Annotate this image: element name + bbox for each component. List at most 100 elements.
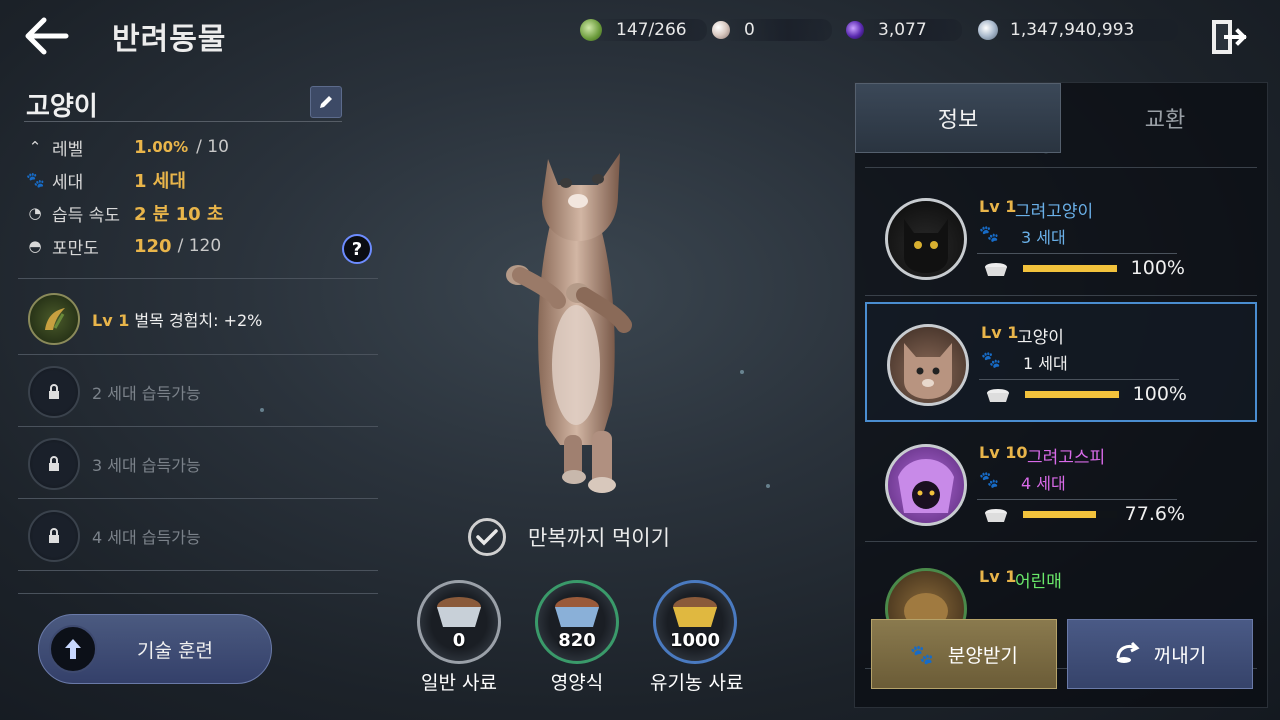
fullness-bar <box>1025 391 1119 398</box>
paw-icon: 🐾 <box>979 224 999 243</box>
skill-slot-locked[interactable]: 4 세대 습득가능 <box>18 500 378 572</box>
tabby-cat-avatar <box>887 324 969 406</box>
currency-value: 3,077 <box>878 20 927 40</box>
green-gem-icon <box>580 19 602 41</box>
background-sparkle <box>740 370 744 374</box>
pet-name: 어린매 <box>1015 572 1062 592</box>
skill-training-button[interactable]: 기술 훈련 <box>38 614 272 684</box>
skill-slot-locked[interactable]: 2 세대 습득가능 <box>18 356 378 428</box>
lock-icon <box>28 510 80 562</box>
take-out-button[interactable]: 꺼내기 <box>1067 619 1253 689</box>
exit-door-icon[interactable] <box>1208 16 1250 58</box>
pet-level: Lv 1 <box>979 197 1017 216</box>
food-count: 820 <box>558 630 596 651</box>
tab-info[interactable]: 정보 <box>855 83 1061 153</box>
pet-name: 그려고양이 <box>1015 202 1094 222</box>
food-count: 0 <box>452 630 466 651</box>
pet-level: Lv 1 <box>981 323 1019 342</box>
stat-level: ⌃ 레벨 1 .00% / 10 <box>26 135 229 160</box>
checkbox-label: 만복까지 먹이기 <box>528 526 670 550</box>
divider <box>18 498 378 499</box>
stat-value: 1 세대 <box>134 171 186 192</box>
currency-purple-orb: 3,077 <box>846 16 962 44</box>
stat-value: 120 <box>134 235 172 257</box>
logging-skill-icon <box>28 293 80 345</box>
divider <box>18 593 378 594</box>
pet-list-panel: 정보 교환 Lv 1 그려고양이 🐾 3 세대 100% Lv 1 고양이 🐾 … <box>854 82 1268 708</box>
tab-exchange[interactable]: 교환 <box>1061 83 1269 153</box>
pet-name: 고양이 <box>26 92 98 122</box>
divider <box>18 570 378 571</box>
stat-fullness: ◓ 포만도 120 / 120 <box>26 234 222 259</box>
fullness-fill <box>1023 511 1096 518</box>
lock-icon <box>28 366 80 418</box>
food-bowl-icon: 820 <box>535 580 619 664</box>
clock-icon: ◔ <box>28 204 42 222</box>
pearl-icon <box>712 21 730 39</box>
divider <box>977 253 1177 254</box>
divider <box>24 121 342 122</box>
fullness-fill <box>1023 265 1117 272</box>
fullness-percent: 77.6% <box>1124 503 1185 525</box>
fullness-bar <box>1023 265 1117 272</box>
stat-value: 2 분 10 초 <box>134 204 224 225</box>
back-arrow-icon[interactable] <box>22 14 72 58</box>
skill-text: 벌목 경험치: +2% <box>134 311 263 330</box>
stat-label: 포만도 <box>52 238 99 259</box>
food-bowl-icon: ◓ <box>28 237 42 255</box>
take-out-icon <box>1114 640 1140 669</box>
food-name: 일반 사료 <box>421 672 497 694</box>
paw-icon: 🐾 <box>26 171 45 189</box>
skill-slot-locked[interactable]: 3 세대 습득가능 <box>18 428 378 500</box>
currency-green-gem: 147/266 <box>580 16 707 44</box>
pet-level: Lv 10 <box>979 443 1028 462</box>
pet-list[interactable]: Lv 1 그려고양이 🐾 3 세대 100% Lv 1 고양이 🐾 1 세대 1… <box>865 167 1257 669</box>
food-name: 유기농 사료 <box>650 672 744 694</box>
pet-name: 고양이 <box>1017 328 1064 348</box>
food-bowl-icon <box>983 508 1009 524</box>
pet-card-selected[interactable]: Lv 1 고양이 🐾 1 세대 100% <box>865 302 1257 422</box>
food-count: 1000 <box>669 630 721 651</box>
divider <box>977 499 1177 500</box>
edit-name-button[interactable] <box>310 86 342 118</box>
currency-value: 0 <box>744 20 755 40</box>
button-label: 분양받기 <box>947 644 1018 667</box>
stat-label: 습득 속도 <box>52 205 120 226</box>
fullness-bar <box>1023 511 1117 518</box>
paw-icon: 🐾 <box>979 470 999 489</box>
divider <box>18 278 378 279</box>
lock-icon <box>28 438 80 490</box>
skill-text: 4 세대 습득가능 <box>92 528 201 547</box>
food-bowl-icon: 0 <box>417 580 501 664</box>
upgrade-arrow-icon <box>49 625 97 673</box>
purple-orb-icon <box>846 21 864 39</box>
fullness-fill <box>1025 391 1119 398</box>
food-name: 영양식 <box>550 672 604 694</box>
adopt-button[interactable]: 🐾 분양받기 <box>871 619 1057 689</box>
stat-max: / 10 <box>196 137 229 157</box>
background-sparkle <box>766 484 770 488</box>
silver-coin-icon <box>978 20 998 40</box>
food-bowl-icon <box>983 262 1009 278</box>
paw-icon: 🐾 <box>910 643 934 666</box>
stat-percent: .00% <box>146 138 189 156</box>
skill-level: Lv 1 <box>92 311 130 330</box>
food-item-organic[interactable]: 1000 유기농 사료 <box>650 580 744 695</box>
stat-label: 레벨 <box>52 139 84 160</box>
currency-value: 147/266 <box>616 20 687 40</box>
skill-slot[interactable]: Lv 1 벌목 경험치: +2% <box>18 283 378 355</box>
stat-max: / 120 <box>177 236 222 256</box>
divider <box>979 379 1179 380</box>
currency-silver: 1,347,940,993 <box>978 16 1178 44</box>
stat-generation: 🐾 세대 1 세대 <box>26 168 186 193</box>
food-item-basic[interactable]: 0 일반 사료 <box>414 580 504 695</box>
help-button[interactable]: ? <box>342 234 372 264</box>
food-bowl-icon <box>985 388 1011 404</box>
pet-card[interactable]: Lv 10 그려고스피 🐾 4 세대 77.6% <box>865 424 1257 542</box>
fullness-percent: 100% <box>1132 383 1187 405</box>
feed-to-full-checkbox[interactable]: 만복까지 먹이기 <box>468 518 670 556</box>
pencil-icon <box>320 96 332 108</box>
pet-level: Lv 1 <box>979 567 1017 586</box>
pet-card[interactable]: Lv 1 그려고양이 🐾 3 세대 100% <box>865 178 1257 296</box>
food-item-nutrition[interactable]: 820 영양식 <box>532 580 622 695</box>
